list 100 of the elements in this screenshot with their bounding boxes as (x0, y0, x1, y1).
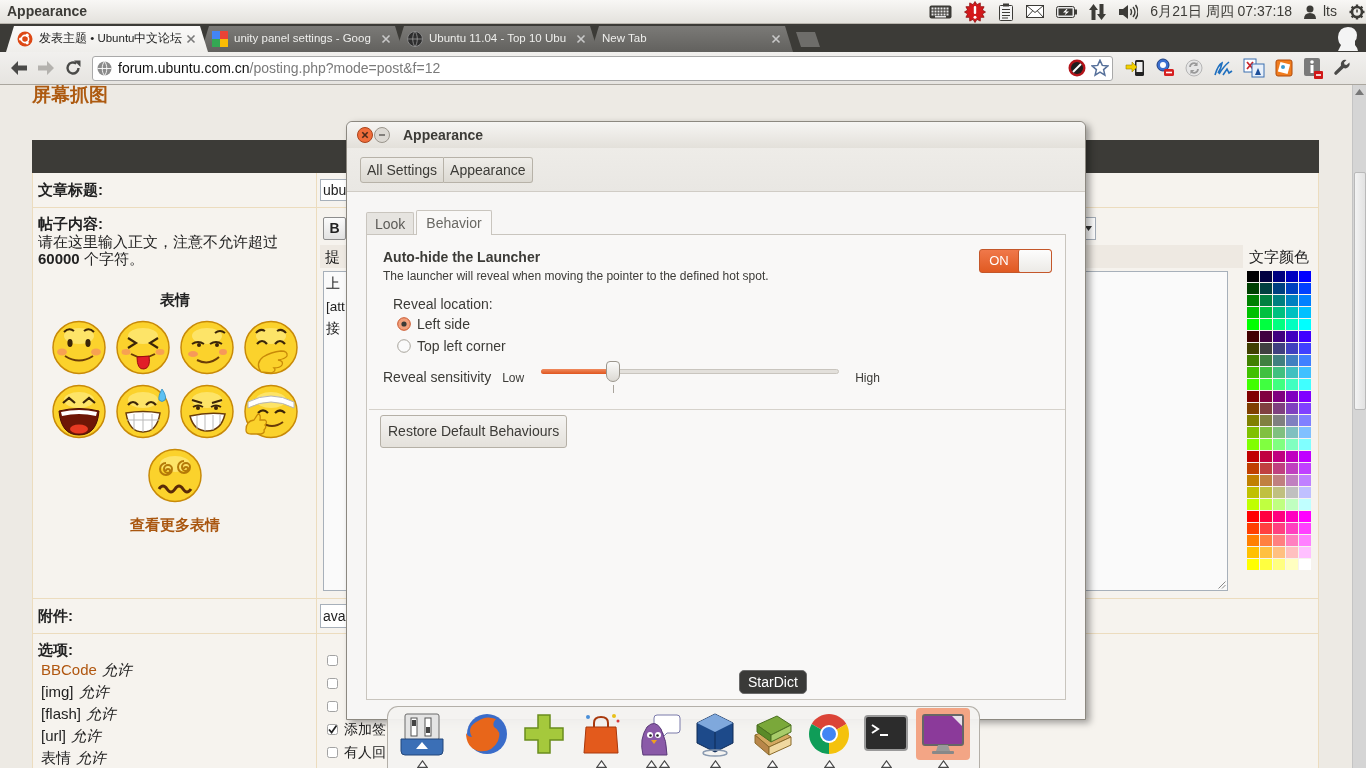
color-swatch-icon[interactable] (1260, 271, 1272, 282)
scrollbar-thumb[interactable] (1353, 172, 1366, 410)
photo-tile-icon[interactable] (1275, 59, 1293, 77)
color-swatch-icon[interactable] (1286, 379, 1298, 390)
color-swatch-icon[interactable] (1273, 343, 1285, 354)
color-swatch-icon[interactable] (1247, 343, 1259, 354)
color-swatch-icon[interactable] (1247, 487, 1259, 498)
color-swatch-icon[interactable] (1260, 379, 1272, 390)
checkbox[interactable] (327, 678, 338, 689)
color-swatch-icon[interactable] (1273, 451, 1285, 462)
color-swatch-icon[interactable] (1247, 427, 1259, 438)
sweating-grin-face-icon[interactable] (114, 383, 171, 440)
color-swatch-icon[interactable] (1260, 463, 1272, 474)
color-swatch-icon[interactable] (1273, 331, 1285, 342)
scrollbar[interactable] (1352, 85, 1366, 768)
color-swatch-icon[interactable] (1260, 499, 1272, 510)
color-swatch-icon[interactable] (1299, 295, 1311, 306)
scroll-up-arrow-icon[interactable] (1355, 89, 1364, 95)
user-icon[interactable] (1304, 4, 1316, 19)
color-swatch-icon[interactable] (1260, 415, 1272, 426)
color-swatch-icon[interactable] (1247, 403, 1259, 414)
color-swatch-icon[interactable] (1299, 427, 1311, 438)
sync-icon[interactable] (1185, 59, 1203, 77)
mail-icon[interactable] (1026, 5, 1045, 18)
gear-icon[interactable] (1349, 3, 1365, 20)
radio-button[interactable] (397, 317, 411, 332)
color-swatch-icon[interactable] (1286, 451, 1298, 462)
checkbox[interactable] (327, 724, 338, 735)
color-swatch-icon[interactable] (1286, 295, 1298, 306)
color-swatch-icon[interactable] (1273, 523, 1285, 534)
color-swatch-icon[interactable] (1247, 271, 1259, 282)
color-swatch-icon[interactable] (1299, 283, 1311, 294)
pen-strokes-icon[interactable] (1213, 59, 1233, 77)
color-swatch-icon[interactable] (1286, 547, 1298, 558)
color-swatch-icon[interactable] (1286, 523, 1298, 534)
color-swatch-icon[interactable] (1273, 499, 1285, 510)
color-swatch-icon[interactable] (1273, 475, 1285, 486)
color-swatch-icon[interactable] (1247, 499, 1259, 510)
color-swatch-icon[interactable] (1260, 367, 1272, 378)
color-swatch-icon[interactable] (1260, 439, 1272, 450)
color-swatch-icon[interactable] (1286, 487, 1298, 498)
color-swatch-icon[interactable] (1286, 415, 1298, 426)
color-swatch-icon[interactable] (1299, 499, 1311, 510)
color-swatch-icon[interactable] (1247, 331, 1259, 342)
tongue-out-face-icon[interactable] (114, 319, 171, 376)
checkbox[interactable] (327, 747, 338, 758)
color-swatch-icon[interactable] (1260, 511, 1272, 522)
radio-label[interactable]: Top left corner (417, 337, 506, 355)
color-swatch-icon[interactable] (1260, 295, 1272, 306)
color-swatch-icon[interactable] (1273, 367, 1285, 378)
color-swatch-icon[interactable] (1273, 463, 1285, 474)
color-swatch-icon[interactable] (1286, 439, 1298, 450)
color-swatch-icon[interactable] (1260, 559, 1272, 570)
color-swatch-icon[interactable] (1247, 415, 1259, 426)
color-swatch-icon[interactable] (1299, 355, 1311, 366)
color-swatch-icon[interactable] (1247, 523, 1259, 534)
color-swatch-icon[interactable] (1260, 523, 1272, 534)
color-swatch-icon[interactable] (1299, 451, 1311, 462)
color-swatch-icon[interactable] (1247, 439, 1259, 450)
speaker-icon[interactable] (1118, 3, 1139, 20)
color-swatch-icon[interactable] (1273, 511, 1285, 522)
color-swatch-icon[interactable] (1260, 427, 1272, 438)
grinning-teeth-face-icon[interactable] (178, 383, 235, 440)
color-swatch-icon[interactable] (1273, 391, 1285, 402)
color-swatch-icon[interactable] (1299, 415, 1311, 426)
color-swatch-icon[interactable] (1299, 367, 1311, 378)
color-swatch-icon[interactable] (1260, 283, 1272, 294)
color-swatch-icon[interactable] (1299, 487, 1311, 498)
color-swatch-icon[interactable] (1299, 547, 1311, 558)
clipboard-icon[interactable] (998, 2, 1015, 21)
color-swatch-icon[interactable] (1247, 283, 1259, 294)
phone-arrow-icon[interactable] (1125, 58, 1145, 78)
color-swatch-icon[interactable] (1286, 463, 1298, 474)
color-swatch-icon[interactable] (1286, 319, 1298, 330)
color-swatch-icon[interactable] (1247, 511, 1259, 522)
color-swatch-icon[interactable] (1247, 379, 1259, 390)
color-swatch-icon[interactable] (1299, 523, 1311, 534)
color-swatch-icon[interactable] (1299, 559, 1311, 570)
color-swatch-icon[interactable] (1247, 475, 1259, 486)
color-swatch-icon[interactable] (1260, 343, 1272, 354)
color-swatch-icon[interactable] (1286, 427, 1298, 438)
color-swatch-icon[interactable] (1247, 463, 1259, 474)
color-swatch-icon[interactable] (1286, 391, 1298, 402)
color-swatch-icon[interactable] (1286, 403, 1298, 414)
color-swatch-icon[interactable] (1260, 391, 1272, 402)
color-swatch-icon[interactable] (1260, 547, 1272, 558)
color-swatch-icon[interactable] (1273, 319, 1285, 330)
bold-button[interactable]: B (323, 217, 346, 240)
color-swatch-icon[interactable] (1299, 463, 1311, 474)
color-swatch-icon[interactable] (1260, 487, 1272, 498)
checkbox-label[interactable]: 有人回 (344, 744, 386, 761)
notebook-tab[interactable]: Look (366, 212, 415, 234)
smirking-face-icon[interactable] (178, 319, 235, 376)
color-swatch-icon[interactable] (1299, 391, 1311, 402)
info-badge-icon[interactable] (1303, 57, 1323, 79)
slider-thumb[interactable] (605, 361, 620, 383)
color-swatch-icon[interactable] (1260, 403, 1272, 414)
color-swatch-icon[interactable] (1286, 307, 1298, 318)
headband-thumbs-up-face-icon[interactable] (242, 383, 299, 440)
restore-defaults-button[interactable]: Restore Default Behaviours (380, 415, 568, 449)
